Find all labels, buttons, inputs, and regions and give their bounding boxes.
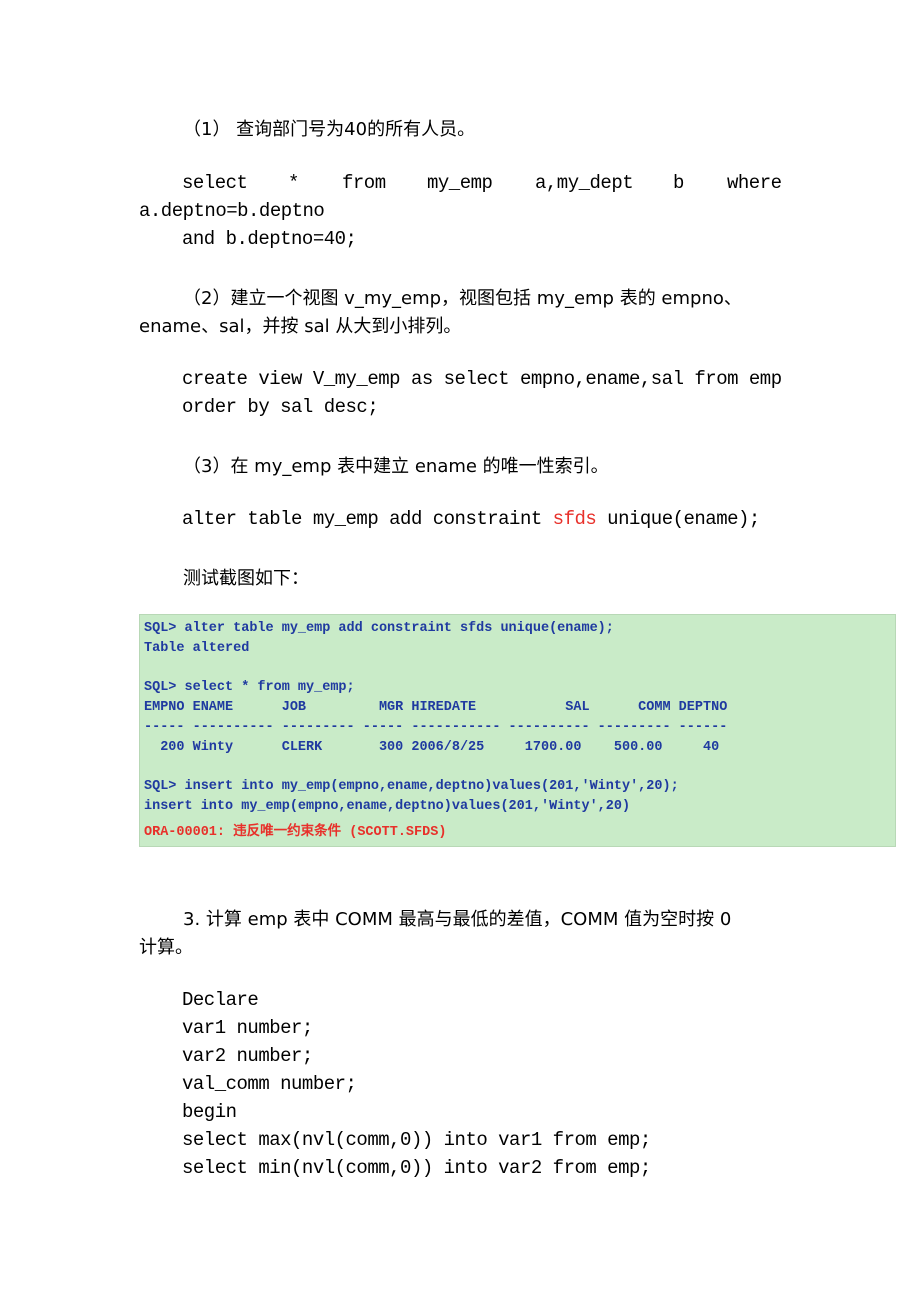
q1-sql-line2: a.deptno=b.deptno	[139, 200, 325, 222]
sql-word: *	[288, 172, 299, 194]
terminal-table-row: 200 Winty CLERK 300 2006/8/25 1700.00 50…	[144, 740, 720, 755]
code-line: var2 number;	[182, 1045, 313, 1067]
sql-word: from	[342, 172, 386, 194]
sql-word: where	[727, 172, 782, 194]
q2-heading-line2: ename、sal，并按 sal 从大到小排列。	[139, 316, 462, 337]
sql-text: unique(ename);	[596, 508, 760, 530]
q1-sql-line3: and b.deptno=40;	[182, 228, 357, 250]
q2-heading-line1: （2）建立一个视图 v_my_emp，视图包括 my_emp 表的 empno、	[183, 288, 742, 309]
sql-word: b	[673, 172, 684, 194]
terminal-line: insert into my_emp(empno,ename,deptno)va…	[144, 799, 631, 814]
q3-sql: alter table my_emp add constraint sfds u…	[182, 508, 760, 530]
terminal-table-header: EMPNO ENAME JOB MGR HIREDATE SAL COMM DE…	[144, 700, 728, 715]
q4-heading-line1: 3. 计算 emp 表中 COMM 最高与最低的差值，COMM 值为空时按 0	[183, 909, 732, 930]
q3-heading: （3）在 my_emp 表中建立 ename 的唯一性索引。	[183, 456, 609, 477]
code-line: select min(nvl(comm,0)) into var2 from e…	[182, 1157, 651, 1179]
sql-word: my_emp	[427, 172, 493, 194]
terminal-line: SQL> select * from my_emp;	[144, 680, 355, 695]
sql-text: alter table my_emp add constraint	[182, 508, 553, 530]
q4-heading-line2: 计算。	[139, 937, 193, 958]
code-line: val_comm number;	[182, 1073, 357, 1095]
q2-sql-line1: create view V_my_emp as select empno,ena…	[182, 368, 782, 390]
q1-heading: （1） 查询部门号为40的所有人员。	[183, 119, 476, 140]
constraint-name-highlight: sfds	[552, 508, 597, 530]
terminal-line: SQL> alter table my_emp add constraint s…	[144, 621, 614, 636]
sql-word: a,my_dept	[535, 172, 634, 194]
sql-word: select	[182, 172, 248, 194]
terminal-error-line: ORA-00001: 违反唯一约束条件 (SCOTT.SFDS)	[144, 825, 447, 840]
terminal-line: Table altered	[144, 641, 250, 656]
q3-caption: 测试截图如下：	[183, 568, 309, 589]
code-line: Declare	[182, 989, 259, 1011]
sql-terminal-screenshot: SQL> alter table my_emp add constraint s…	[139, 614, 896, 847]
code-line: select max(nvl(comm,0)) into var1 from e…	[182, 1129, 651, 1151]
q2-sql-line2: order by sal desc;	[182, 396, 379, 418]
terminal-table-separator: ----- ---------- --------- ----- -------…	[144, 720, 728, 735]
terminal-line: SQL> insert into my_emp(empno,ename,dept…	[144, 779, 679, 794]
code-line: var1 number;	[182, 1017, 313, 1039]
code-line: begin	[182, 1101, 237, 1123]
